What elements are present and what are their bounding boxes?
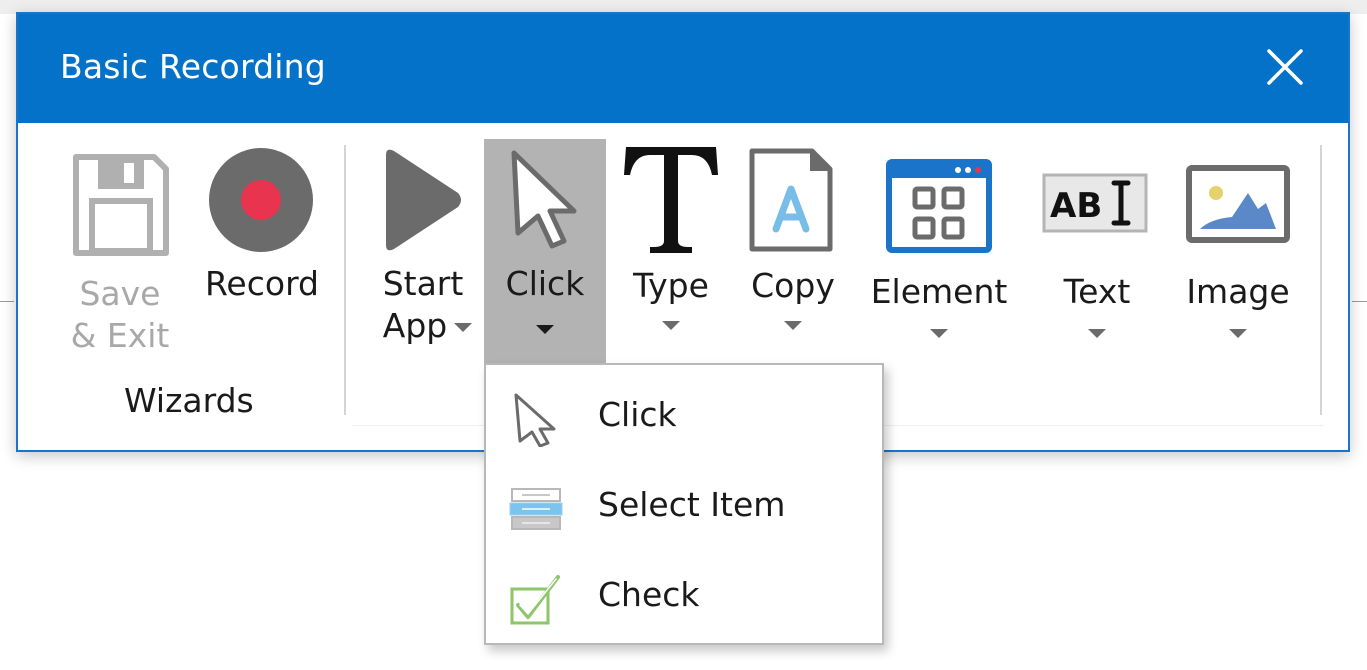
start-app-label-line1: Start — [382, 264, 464, 303]
text-button[interactable]: AB Text — [1038, 123, 1156, 363]
background-line — [0, 301, 14, 302]
text-field-cursor-icon: AB — [1042, 173, 1148, 233]
picture-icon — [1186, 165, 1290, 243]
save-exit-label-line2: & Exit — [70, 316, 170, 355]
copy-button[interactable]: Copy — [738, 123, 848, 363]
menu-item-select-item-label: Select Item — [598, 485, 786, 524]
copy-label: Copy — [751, 266, 835, 305]
group-separator — [1320, 145, 1322, 415]
type-label: Type — [633, 266, 709, 305]
window-grid-icon — [886, 159, 992, 253]
cursor-arrow-icon — [511, 150, 577, 249]
checkbox-check-icon — [510, 575, 560, 625]
window-title: Basic Recording — [60, 47, 326, 86]
click-dropdown-caret — [536, 325, 554, 334]
group-label-wizards: Wizards — [124, 381, 254, 420]
menu-item-click[interactable]: Click — [486, 371, 882, 459]
record-icon — [209, 148, 313, 252]
cursor-arrow-icon — [514, 393, 556, 447]
save-exit-label-line1: Save — [79, 274, 161, 313]
letter-t-icon — [624, 147, 718, 253]
save-exit-button[interactable]: Save & Exit — [62, 123, 178, 363]
floppy-disk-icon — [73, 154, 169, 256]
menu-item-click-label: Click — [598, 395, 677, 434]
copy-dropdown-caret — [784, 321, 802, 330]
play-icon — [386, 149, 461, 251]
element-dropdown-caret — [930, 329, 948, 338]
group-separator — [344, 145, 346, 415]
start-app-label-line2: App — [382, 306, 448, 345]
text-label: Text — [1063, 272, 1131, 311]
document-a-icon — [749, 148, 833, 252]
click-dropdown-menu: Click Select Item Check — [484, 363, 884, 645]
menu-item-check-label: Check — [598, 575, 700, 614]
close-icon — [1267, 49, 1303, 85]
type-button[interactable]: Type — [618, 123, 724, 363]
menu-item-check[interactable]: Check — [486, 551, 882, 639]
start-app-dropdown-caret — [454, 323, 472, 332]
element-button[interactable]: Element — [864, 123, 1014, 363]
type-dropdown-caret — [662, 321, 680, 330]
image-dropdown-caret — [1229, 329, 1247, 338]
record-button[interactable]: Record — [198, 123, 326, 323]
click-button[interactable]: Click — [484, 139, 606, 367]
start-app-button[interactable]: Start App — [368, 123, 478, 363]
list-select-icon — [509, 488, 563, 530]
image-button[interactable]: Image — [1176, 123, 1300, 363]
title-bar: Basic Recording — [18, 14, 1348, 123]
close-button[interactable] — [1262, 44, 1308, 90]
text-dropdown-caret — [1088, 329, 1106, 338]
svg-text:AB: AB — [1050, 186, 1102, 226]
element-label: Element — [870, 272, 1008, 311]
background-line — [1352, 301, 1367, 302]
menu-item-select-item[interactable]: Select Item — [486, 461, 882, 549]
image-label: Image — [1186, 272, 1290, 311]
record-label: Record — [204, 264, 320, 303]
click-label: Click — [505, 264, 585, 303]
